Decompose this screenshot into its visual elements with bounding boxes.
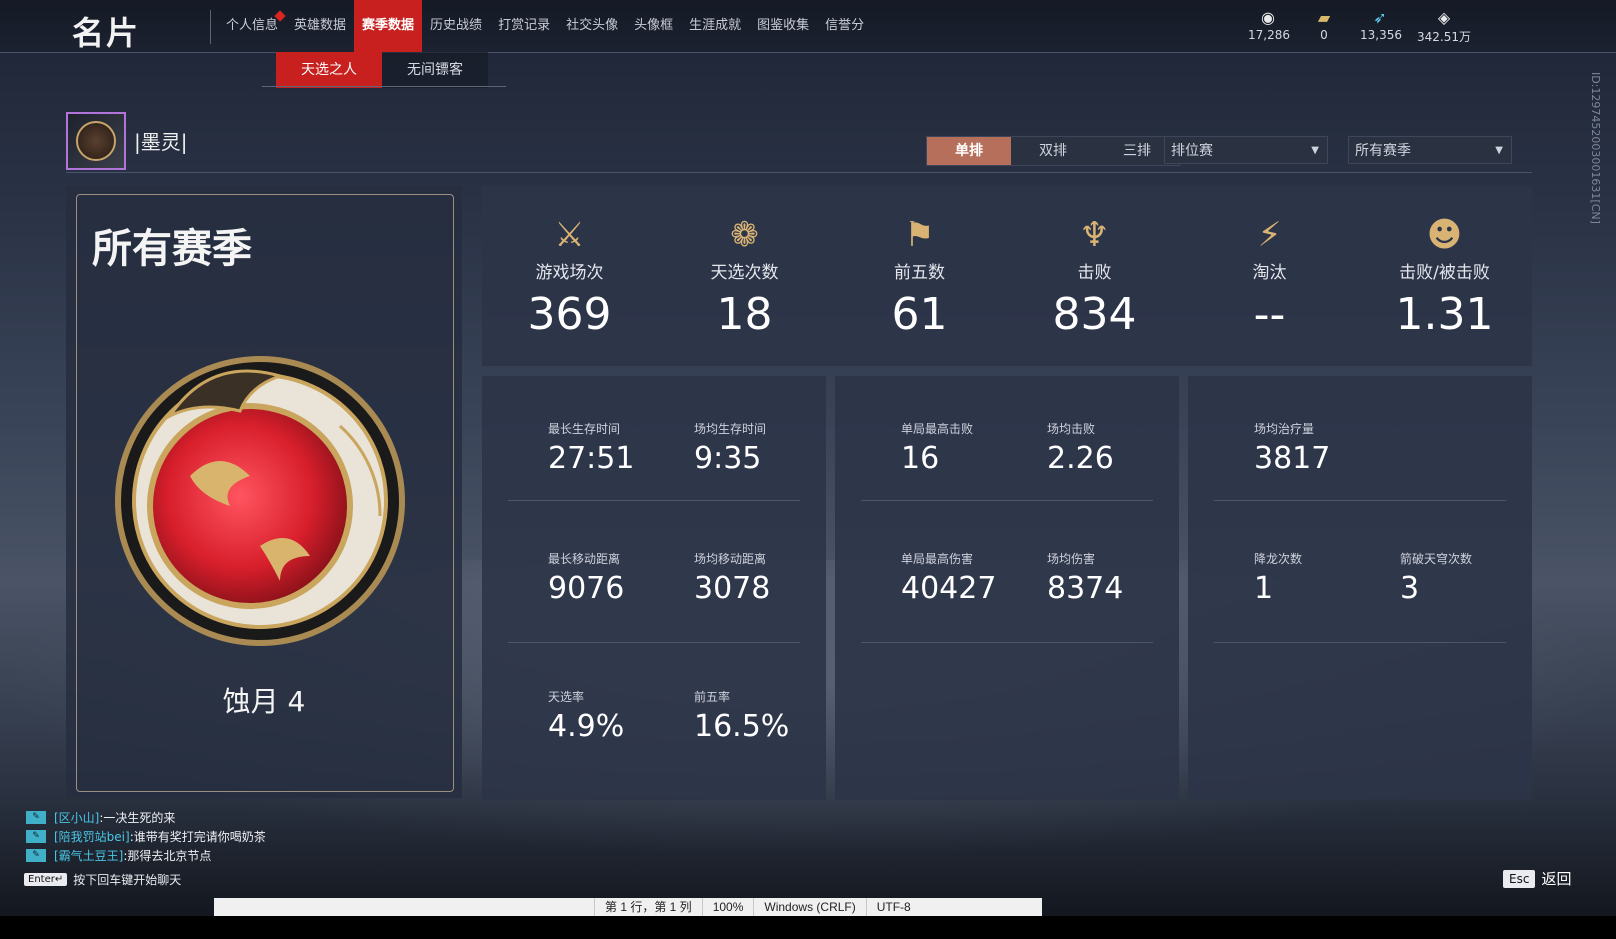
stat-cell: 箭破天穹次数 3 bbox=[1400, 552, 1473, 606]
player-id: ID:1297452003001631[CN] bbox=[1589, 72, 1602, 224]
player-name: |墨灵| bbox=[134, 130, 188, 154]
stat-top-five: ⚑ 前五数 61 bbox=[832, 186, 1007, 366]
encoding[interactable]: UTF-8 bbox=[865, 898, 921, 916]
divider bbox=[861, 642, 1153, 643]
support-stats-panel: 场均治疗量 3817 降龙次数 1 箭破天穹次数 3 bbox=[1188, 376, 1532, 800]
chat-message: ✎ [陪我罚站bei]:谁带有奖打完请你喝奶茶 bbox=[26, 827, 266, 846]
currency-ticket[interactable]: ▰ 0 bbox=[1304, 8, 1344, 45]
currency-diamond[interactable]: ◈ 342.51万 bbox=[1416, 8, 1472, 45]
tab-avatar-frame[interactable]: 头像框 bbox=[626, 0, 681, 52]
stat-cell: 最长生存时间 27:51 bbox=[548, 422, 635, 476]
overview-stats: ⚔ 游戏场次 369 ❁ 天选次数 18 ⚑ 前五数 61 ♆ 击败 834 ⚡… bbox=[482, 186, 1532, 366]
subtab-chosen-one[interactable]: 天选之人 bbox=[276, 52, 382, 88]
divider bbox=[210, 10, 211, 44]
gold-ticket-icon: ▰ bbox=[1317, 8, 1331, 27]
stat-cell: 前五率 16.5% bbox=[694, 690, 790, 744]
stat-chosen-count: ❁ 天选次数 18 bbox=[657, 186, 832, 366]
season-select[interactable]: 所有赛季 ▼ bbox=[1348, 136, 1512, 164]
season-title: 所有赛季 bbox=[92, 226, 252, 272]
combat-stats-panel: 单局最高击败 16 场均击败 2.26 单局最高伤害 40427 场均伤害 8374 bbox=[835, 376, 1179, 800]
line-ending[interactable]: Windows (CRLF) bbox=[753, 898, 865, 916]
top-bar: 名片 个人信息 英雄数据 赛季数据 历史战绩 打赏记录 社交头像 头像框 生涯成… bbox=[0, 0, 1616, 53]
tab-career-achievements[interactable]: 生涯成就 bbox=[681, 0, 749, 52]
avatar-emblem-icon bbox=[76, 121, 116, 161]
esc-key-icon: Esc bbox=[1503, 869, 1536, 888]
eye-coin-icon: ◉ bbox=[1261, 8, 1275, 27]
main-nav: 个人信息 英雄数据 赛季数据 历史战绩 打赏记录 社交头像 头像框 生涯成就 图… bbox=[218, 0, 872, 52]
tab-hero-data[interactable]: 英雄数据 bbox=[286, 0, 354, 52]
tab-collection[interactable]: 图鉴收集 bbox=[749, 0, 817, 52]
season-rank-card: 所有赛季 蚀月 4 bbox=[66, 186, 462, 798]
player-bar: |墨灵| 单排 双排 三排 排位赛 ▼ 所有赛季 ▼ bbox=[66, 112, 1532, 173]
diamond-icon: ◈ bbox=[1437, 8, 1451, 27]
divider bbox=[508, 642, 800, 643]
stat-cell: 场均伤害 8374 bbox=[1047, 552, 1124, 606]
team-mode-tabs: 单排 双排 三排 bbox=[926, 136, 1180, 166]
crossed-swords-icon: ⚔ bbox=[554, 215, 585, 255]
sub-nav: 天选之人 无间镖客 bbox=[276, 52, 488, 88]
stat-cell: 单局最高伤害 40427 bbox=[901, 552, 997, 606]
lotus-crest-icon: ❁ bbox=[730, 215, 759, 255]
stat-eliminations: ⚡ 淘汰 -- bbox=[1182, 186, 1357, 366]
tab-credit-score[interactable]: 信誉分 bbox=[817, 0, 872, 52]
divider bbox=[508, 500, 800, 501]
subtab-outlaw[interactable]: 无间镖客 bbox=[382, 52, 488, 88]
banner-icon: ⚑ bbox=[904, 215, 935, 255]
stat-cell: 最长移动距离 9076 bbox=[548, 552, 625, 606]
divider bbox=[861, 500, 1153, 501]
stat-kills: ♆ 击败 834 bbox=[1007, 186, 1182, 366]
chat-channel-icon: ✎ bbox=[26, 830, 46, 843]
page-title: 名片 bbox=[72, 14, 141, 52]
bottom-strip bbox=[0, 916, 1616, 939]
mask-icon: ☻ bbox=[1426, 215, 1463, 255]
caret-down-icon: ▼ bbox=[1495, 145, 1503, 156]
rank-name: 蚀月 4 bbox=[222, 685, 306, 718]
trident-icon: ♆ bbox=[1079, 215, 1110, 255]
chat-input-hint[interactable]: Enter↵ 按下回车键开始聊天 bbox=[24, 871, 181, 888]
mode-solo[interactable]: 单排 bbox=[927, 137, 1011, 165]
feather-coin-icon: ➶ bbox=[1373, 8, 1387, 27]
chat-message: ✎ [区小山]:一决生死的来 bbox=[26, 808, 266, 827]
cursor-position: 第 1 行，第 1 列 bbox=[594, 898, 702, 916]
divider bbox=[1214, 642, 1506, 643]
tab-personal-info[interactable]: 个人信息 bbox=[218, 0, 286, 52]
survival-stats-panel: 最长生存时间 27:51 场均生存时间 9:35 最长移动距离 9076 场均移动距离… bbox=[482, 376, 826, 800]
chat-message: ✎ [霸气土豆王]:那得去北京节点 bbox=[26, 846, 266, 865]
chat-log: ✎ [区小山]:一决生死的来 ✎ [陪我罚站bei]:谁带有奖打完请你喝奶茶 ✎ [霸… bbox=[26, 808, 266, 865]
editor-status-bar: 第 1 行，第 1 列 100% Windows (CRLF) UTF-8 bbox=[214, 898, 1042, 916]
enter-key-icon: Enter↵ bbox=[24, 873, 68, 886]
stat-cell: 单局最高击败 16 bbox=[901, 422, 974, 476]
mode-duo[interactable]: 双排 bbox=[1011, 137, 1095, 165]
tab-match-history[interactable]: 历史战绩 bbox=[422, 0, 490, 52]
zoom-level[interactable]: 100% bbox=[701, 898, 754, 916]
stat-cell: 场均生存时间 9:35 bbox=[694, 422, 767, 476]
currency-bar: ◉ 17,286 ▰ 0 ➶ 13,356 ◈ 342.51万 bbox=[1248, 8, 1472, 45]
stat-games-played: ⚔ 游戏场次 369 bbox=[482, 186, 657, 366]
stat-cell: 场均移动距离 3078 bbox=[694, 552, 771, 606]
stat-cell: 天选率 4.9% bbox=[548, 690, 625, 744]
tab-social-avatar[interactable]: 社交头像 bbox=[558, 0, 626, 52]
stat-kd-ratio: ☻ 击败/被击败 1.31 bbox=[1357, 186, 1532, 366]
currency-eye[interactable]: ◉ 17,286 bbox=[1248, 8, 1290, 45]
avatar[interactable] bbox=[66, 112, 126, 170]
tab-season-data[interactable]: 赛季数据 bbox=[354, 0, 423, 52]
tab-tip-records[interactable]: 打赏记录 bbox=[490, 0, 558, 52]
caret-down-icon: ▼ bbox=[1311, 145, 1319, 156]
stat-cell: 降龙次数 1 bbox=[1254, 552, 1303, 606]
divider bbox=[262, 86, 506, 87]
stat-cell: 场均治疗量 3817 bbox=[1254, 422, 1331, 476]
broken-blade-icon: ⚡ bbox=[1257, 215, 1282, 255]
match-type-select[interactable]: 排位赛 ▼ bbox=[1164, 136, 1328, 164]
back-button[interactable]: Esc 返回 bbox=[1503, 868, 1571, 889]
divider bbox=[1214, 500, 1506, 501]
rank-emblem-icon bbox=[115, 356, 405, 646]
chat-channel-icon: ✎ bbox=[26, 849, 46, 862]
currency-feather[interactable]: ➶ 13,356 bbox=[1360, 8, 1402, 45]
stat-cell: 场均击败 2.26 bbox=[1047, 422, 1114, 476]
chat-channel-icon: ✎ bbox=[26, 811, 46, 824]
